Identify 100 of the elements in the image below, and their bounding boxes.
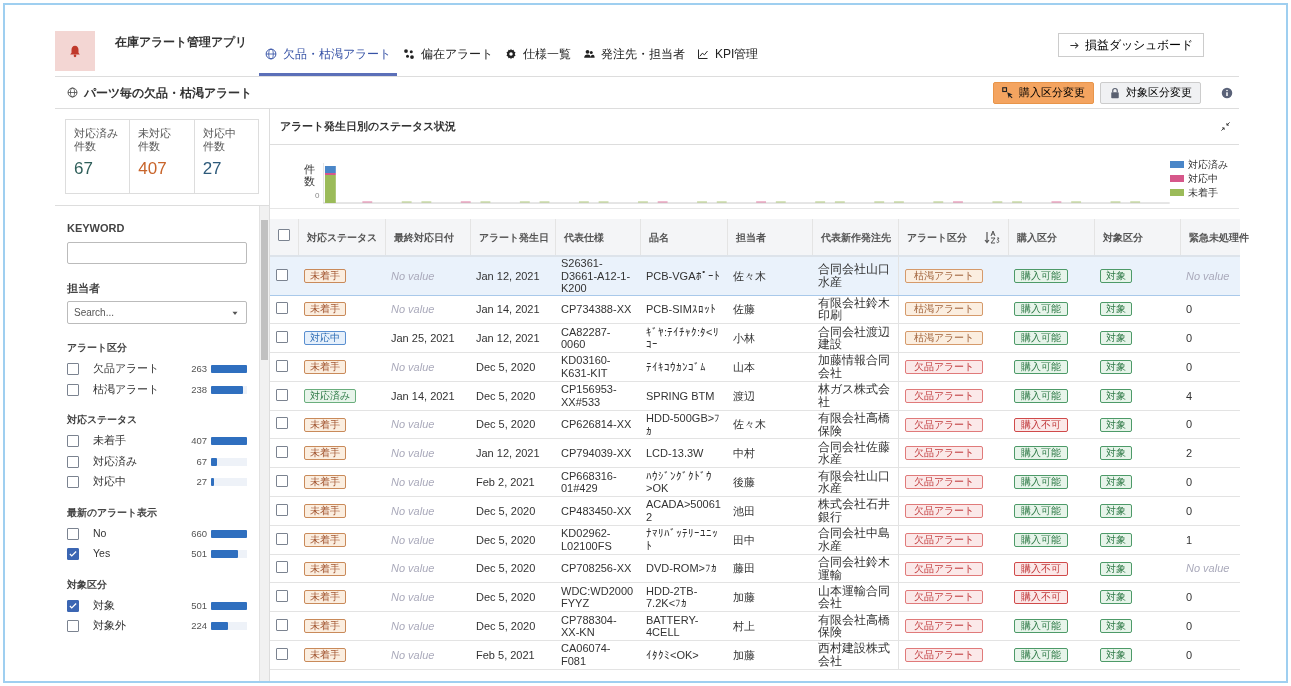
action-button[interactable]: 購入区分変更 [993, 81, 1094, 104]
table-cell: CP626814-XX [561, 418, 632, 431]
settings-icon [505, 48, 517, 60]
table-cell: 2 [1186, 447, 1193, 460]
table-cell: 加藤 [733, 591, 755, 604]
filter-label: 対象外 [93, 618, 127, 634]
column-header[interactable]: 購入区分 [1016, 231, 1057, 243]
target-badge: 対象 [1100, 446, 1132, 461]
checkbox[interactable] [276, 561, 288, 574]
checkbox[interactable] [278, 229, 290, 241]
checkbox[interactable] [276, 503, 288, 516]
table-cell: 佐々木 [733, 269, 766, 282]
axis-label: 件数 [304, 163, 315, 190]
column-header[interactable]: 品名 [648, 231, 669, 243]
info-icon[interactable] [1221, 86, 1233, 99]
table-cell: KD02962-L02100FS [561, 527, 612, 552]
table-cell: CP788304-XX-KN [561, 613, 617, 639]
table-cell: 0 [1186, 331, 1193, 344]
table-cell: 山本運輸合同会社 [818, 584, 890, 610]
table-cell: CP708256-XX [561, 562, 632, 575]
nav-tab[interactable]: 欠品・枯渇アラート [259, 35, 397, 76]
table-cell: 0 [1186, 360, 1193, 373]
action-button[interactable]: 対象区分変更 [1100, 81, 1201, 104]
checkbox[interactable] [276, 532, 288, 545]
filter-count: 27 [195, 475, 207, 490]
checkbox[interactable] [67, 383, 79, 396]
column-header[interactable]: 緊急未処理件 [1188, 231, 1249, 243]
checkbox[interactable] [276, 359, 288, 372]
table-cell: No value [391, 269, 435, 282]
column-header[interactable]: 対象区分 [1102, 231, 1143, 243]
checkbox[interactable] [276, 618, 288, 631]
dashboard-button[interactable]: 損益ダッシュボード [1058, 33, 1204, 57]
table-cell: CA06074-F081 [561, 642, 611, 667]
stat-value: 67 [74, 158, 94, 180]
alert-badge: 欠品アラート [904, 475, 983, 490]
nav-tab[interactable]: KPI管理 [691, 35, 765, 76]
target-badge: 対象 [1100, 360, 1132, 374]
collapse-icon[interactable] [1220, 121, 1231, 132]
column-header[interactable]: 担当者 [735, 231, 766, 243]
checkbox[interactable] [67, 548, 79, 561]
stat-label: 対応中 [202, 127, 236, 140]
table-cell: 田中 [733, 533, 755, 546]
checkbox[interactable] [67, 476, 79, 489]
checkbox[interactable] [67, 620, 79, 633]
table-cell: CP668316-01#429 [561, 469, 617, 495]
checkbox[interactable] [276, 302, 288, 315]
keyword-field[interactable] [67, 241, 247, 264]
table-cell: CP156953-XX#533 [561, 383, 617, 408]
checkbox[interactable] [276, 474, 288, 487]
stat-label: 件数 [74, 140, 96, 153]
status-badge: 未着手 [304, 590, 346, 605]
target-badge: 対象 [1100, 268, 1132, 283]
table-cell: 合同会社中島水産 [818, 527, 890, 552]
table-cell: 林ガス株式会社 [818, 383, 890, 408]
legend-label: 対応済み [1188, 157, 1229, 172]
purchase-badge: 購入可能 [1014, 331, 1068, 346]
checkbox[interactable] [276, 590, 288, 603]
filter-title: アラート区分 [67, 341, 128, 355]
target-badge: 対象 [1100, 590, 1132, 605]
table-cell: Dec 5, 2020 [476, 562, 536, 575]
nav-tab[interactable]: 偏在アラート [397, 35, 499, 76]
table-cell: S26361-D3661-A12-1-K200 [561, 257, 631, 294]
purchase-badge: 購入可能 [1014, 475, 1068, 490]
column-header[interactable]: アラート区分 [906, 231, 967, 243]
checkbox[interactable] [276, 647, 288, 660]
checkbox[interactable] [276, 268, 288, 281]
legend-label: 未着手 [1188, 185, 1219, 200]
table-cell: SPRING BTM [646, 389, 715, 402]
table-cell: Jan 14, 2021 [476, 303, 540, 316]
checkbox[interactable] [276, 388, 288, 401]
checkbox[interactable] [276, 446, 288, 459]
checkbox[interactable] [276, 330, 288, 343]
table-cell: ｷﾞﾔ:ﾃｲﾁｬｸ:ﾀ<ﾘｺｰ [646, 325, 719, 351]
scrollbar[interactable] [259, 206, 269, 681]
status-badge: 未着手 [304, 532, 346, 547]
field-label: 担当者 [67, 280, 101, 296]
table-cell: ｲﾀｸﾐ<OK> [646, 648, 699, 661]
table-cell: ﾊｳｼﾞﾝｸﾞｸﾄﾞｳ>OK [646, 469, 712, 495]
checkbox[interactable] [67, 363, 79, 376]
nav-tab[interactable]: 発注先・担当者 [577, 35, 691, 76]
target-badge: 対象 [1100, 417, 1132, 432]
assignee-select[interactable]: Search... [67, 301, 247, 324]
checkbox[interactable] [67, 455, 79, 468]
alert-badge: 枯渇アラート [904, 268, 983, 283]
status-badge: 未着手 [304, 417, 346, 432]
checkbox[interactable] [67, 599, 79, 612]
table-cell: 1 [1186, 533, 1193, 546]
column-header[interactable]: 代表仕様 [563, 231, 604, 243]
checkbox[interactable] [276, 417, 288, 430]
table-cell: 有限会社鈴木印刷 [818, 296, 890, 322]
table-cell: 0 [1186, 504, 1193, 517]
stat-value: 27 [202, 158, 223, 180]
checkbox[interactable] [67, 527, 79, 540]
nav-tab[interactable]: 仕様一覧 [499, 35, 577, 76]
checkbox[interactable] [67, 435, 79, 448]
sort-icon[interactable] [983, 229, 1000, 245]
table-cell: CP483450-XX [561, 504, 632, 517]
stat-label: 件数 [138, 140, 161, 153]
table-cell: CP794039-XX [561, 447, 632, 460]
table-cell: Dec 5, 2020 [476, 504, 536, 517]
